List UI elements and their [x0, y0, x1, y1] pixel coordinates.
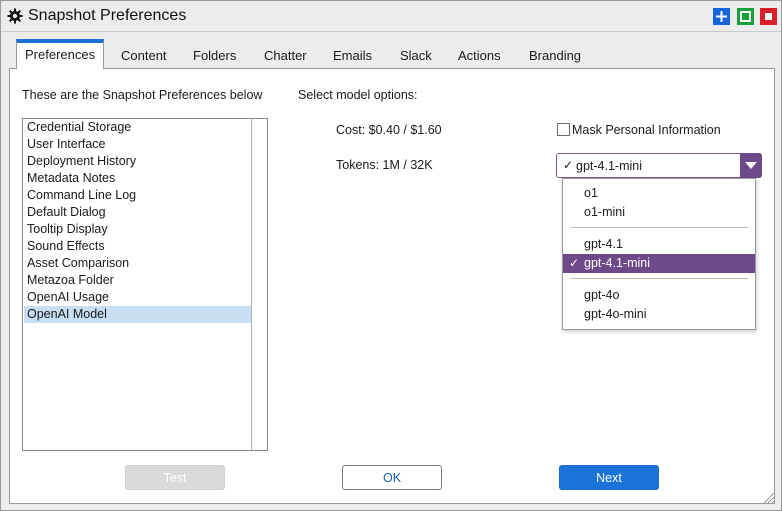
mask-personal-info-label[interactable]: Mask Personal Information — [572, 123, 721, 137]
next-button[interactable]: Next — [559, 465, 659, 490]
model-select-value: gpt-4.1-mini — [576, 159, 642, 173]
model-option-o1-mini[interactable]: o1-mini — [563, 203, 755, 222]
list-item-selected[interactable]: OpenAI Model — [24, 306, 252, 323]
close-button[interactable] — [760, 8, 777, 25]
list-item[interactable]: OpenAI Usage — [24, 289, 252, 306]
close-icon — [765, 13, 772, 20]
menu-separator — [571, 227, 748, 228]
list-item[interactable]: Credential Storage — [24, 119, 252, 136]
mask-personal-info-checkbox[interactable] — [557, 123, 570, 136]
test-button[interactable]: Test — [125, 465, 225, 490]
model-option-label: gpt-4.1-mini — [584, 256, 650, 270]
tab-branding[interactable]: Branding — [529, 41, 581, 69]
list-item[interactable]: Deployment History — [24, 153, 252, 170]
triangle-down-icon — [745, 162, 757, 169]
tab-folders[interactable]: Folders — [193, 41, 236, 69]
new-window-button[interactable] — [713, 8, 730, 25]
list-item[interactable]: Command Line Log — [24, 187, 252, 204]
cost-label: Cost: $0.40 / $1.60 — [336, 123, 442, 137]
menu-separator — [571, 278, 748, 279]
model-options-heading: Select model options: — [298, 88, 418, 102]
tab-slack[interactable]: Slack — [400, 41, 432, 69]
list-item[interactable]: User Interface — [24, 136, 252, 153]
preferences-list[interactable]: Credential Storage User Interface Deploy… — [22, 118, 268, 451]
gear-icon — [7, 8, 23, 24]
list-scrollbar[interactable] — [251, 119, 267, 450]
tab-strip: Preferences Content Folders Chatter Emai… — [16, 39, 776, 69]
model-option-o1[interactable]: o1 — [563, 184, 755, 203]
ok-button[interactable]: OK — [342, 465, 442, 490]
preferences-window: Snapshot Preferences Preferences Content… — [0, 0, 782, 511]
maximize-button[interactable] — [737, 8, 754, 25]
model-option-gpt-4-1[interactable]: gpt-4.1 — [563, 235, 755, 254]
tokens-label: Tokens: 1M / 32K — [336, 158, 433, 172]
tab-actions[interactable]: Actions — [458, 41, 501, 69]
tab-content[interactable]: Content — [121, 41, 167, 69]
model-option-gpt-4o-mini[interactable]: gpt-4o-mini — [563, 305, 755, 324]
resize-grip-icon[interactable] — [761, 490, 775, 504]
list-item[interactable]: Asset Comparison — [24, 255, 252, 272]
dropdown-arrow-button[interactable] — [740, 153, 762, 178]
list-item[interactable]: Sound Effects — [24, 238, 252, 255]
preferences-heading: These are the Snapshot Preferences below — [22, 88, 263, 102]
checkmark-icon: ✓ — [569, 256, 580, 270]
model-option-gpt-4-1-mini[interactable]: ✓ gpt-4.1-mini — [563, 254, 755, 273]
tab-preferences[interactable]: Preferences — [16, 39, 105, 69]
tab-emails[interactable]: Emails — [333, 41, 372, 69]
model-dropdown-menu: o1 o1-mini gpt-4.1 ✓ gpt-4.1-mini gpt-4o… — [562, 178, 756, 330]
model-select[interactable]: ✓ gpt-4.1-mini — [556, 153, 762, 178]
list-item[interactable]: Metadata Notes — [24, 170, 252, 187]
model-option-gpt-4o[interactable]: gpt-4o — [563, 286, 755, 305]
tab-chatter[interactable]: Chatter — [264, 41, 307, 69]
checkmark-icon: ✓ — [563, 158, 574, 172]
plus-icon — [716, 11, 727, 22]
list-item[interactable]: Tooltip Display — [24, 221, 252, 238]
title-bar[interactable]: Snapshot Preferences — [1, 1, 781, 32]
window-title: Snapshot Preferences — [28, 7, 187, 24]
maximize-icon — [740, 11, 751, 22]
list-item[interactable]: Default Dialog — [24, 204, 252, 221]
list-item[interactable]: Metazoa Folder — [24, 272, 252, 289]
